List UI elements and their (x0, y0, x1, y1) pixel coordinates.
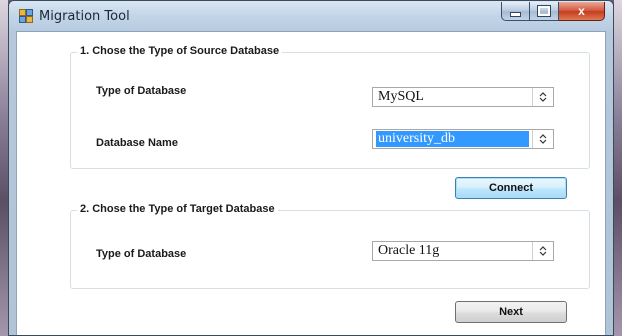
migration-tool-window: Migration Tool x 1. Chose the Type of So… (8, 0, 614, 336)
maximize-button[interactable] (530, 2, 559, 21)
target-db-type-spinner[interactable] (532, 242, 553, 260)
title-bar[interactable]: Migration Tool x (9, 1, 613, 31)
source-db-name-select[interactable]: university_db (372, 129, 554, 149)
maximize-icon (537, 5, 551, 17)
source-db-type-spinner[interactable] (532, 88, 553, 106)
source-db-type-select[interactable]: MySQL (372, 87, 554, 107)
updown-arrows-icon (539, 134, 547, 144)
target-group-legend: 2. Chose the Type of Target Database (77, 203, 278, 215)
source-db-type-value: MySQL (378, 89, 424, 104)
minimize-button[interactable] (501, 2, 530, 21)
close-icon: x (578, 4, 585, 18)
close-button[interactable]: x (559, 2, 605, 21)
source-db-name-value: university_db (376, 131, 529, 147)
source-db-name-spinner[interactable] (532, 130, 553, 148)
updown-arrows-icon (539, 246, 547, 256)
app-form-icon (19, 9, 33, 23)
window-controls: x (501, 2, 605, 21)
next-button[interactable]: Next (455, 301, 567, 323)
source-db-type-label: Type of Database (96, 85, 187, 97)
window-title: Migration Tool (39, 9, 130, 24)
minimize-icon (510, 11, 521, 17)
target-db-type-select[interactable]: Oracle 11g (372, 241, 554, 261)
desktop-edge-right (614, 0, 622, 336)
updown-arrows-icon (539, 92, 547, 102)
source-group-legend: 1. Chose the Type of Source Database (77, 45, 283, 57)
target-database-group: 2. Chose the Type of Target Database Typ… (70, 203, 590, 289)
desktop-edge-left (0, 0, 8, 336)
target-db-type-label: Type of Database (96, 248, 187, 260)
source-db-name-label: Database Name (96, 137, 178, 149)
connect-button[interactable]: Connect (455, 177, 567, 199)
target-db-type-value: Oracle 11g (378, 243, 440, 258)
form-client-area: 1. Chose the Type of Source Database Typ… (16, 31, 606, 335)
source-database-group: 1. Chose the Type of Source Database Typ… (70, 45, 590, 169)
